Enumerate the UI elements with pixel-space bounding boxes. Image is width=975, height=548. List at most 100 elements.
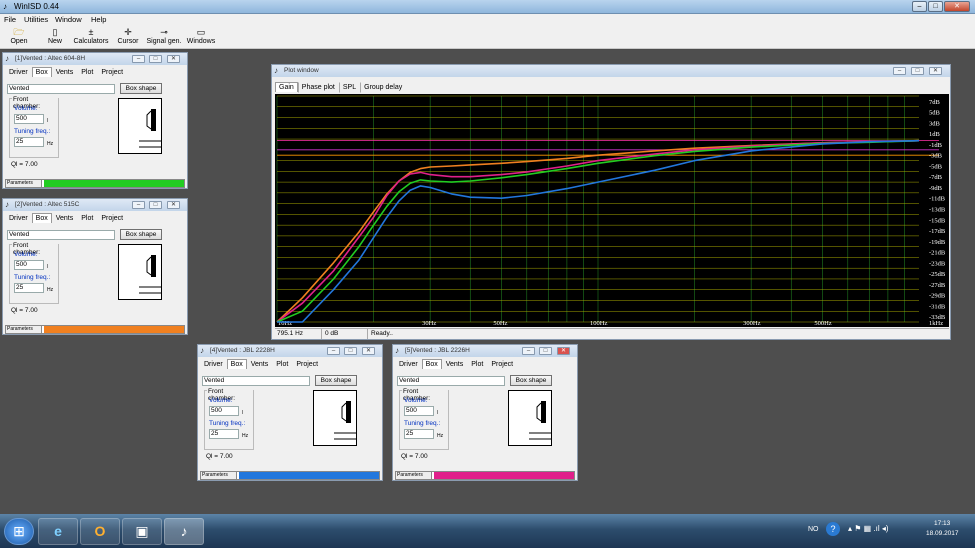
box-type-select[interactable]: Vented [7,84,115,94]
open-button[interactable]: 🗁 Open [6,26,32,45]
box-type-select[interactable]: Vented [397,376,505,386]
tuning-freq-input[interactable]: 25 [14,137,44,147]
close-icon[interactable]: ✕ [929,67,942,75]
volume-input[interactable]: 500 [14,260,44,270]
close-icon[interactable]: ✕ [557,347,570,355]
minimize-icon[interactable]: – [132,55,145,63]
tuning-freq-input[interactable]: 25 [14,283,44,293]
tab-spl[interactable]: SPL [338,82,360,93]
tray-icons[interactable]: ▴ ⚑ ▦ .ıl ◂) [848,524,889,533]
box-shape-button[interactable]: Box shape [120,83,162,94]
tab-plot[interactable]: Plot [77,67,97,78]
start-orb-icon[interactable]: ⊞ [4,518,34,545]
parameters-label[interactable]: Parameters [201,472,237,479]
box-shape-button[interactable]: Box shape [120,229,162,240]
outlook-icon[interactable]: O [80,518,120,545]
tab-project[interactable]: Project [97,213,127,224]
box-shape-button[interactable]: Box shape [315,375,357,386]
project-window-title-bar[interactable]: ♪ [5]Vented : JBL 2226H – □ ✕ [393,345,577,357]
menu-file[interactable]: File [4,15,16,24]
box-shape-button[interactable]: Box shape [510,375,552,386]
close-button[interactable]: ✕ [944,1,970,12]
tab-box[interactable]: Box [31,213,52,223]
tab-vents[interactable]: Vents [247,359,273,370]
parameters-label[interactable]: Parameters [6,180,42,187]
project-window-2[interactable]: ♪ [2]Vented : Altec 515C – □ ✕ Driver Box… [2,198,188,335]
parameters-label[interactable]: Parameters [396,472,432,479]
maximize-icon[interactable]: □ [911,67,924,75]
signal-generator-button[interactable]: ⊸ Signal gen. [146,26,182,45]
minimize-icon[interactable]: – [327,347,340,355]
winisd-taskbar-icon[interactable]: ♪ [164,518,204,545]
language-indicator[interactable]: NO [808,526,819,533]
menu-help[interactable]: Help [91,15,106,24]
speaker-cone [536,402,542,422]
menu-utilities[interactable]: Utilities [24,15,48,24]
project-window-1[interactable]: ♪ [1]Vented : Altec 604-8H – □ ✕ Driver B… [2,52,188,189]
tab-plot[interactable]: Plot [272,359,292,370]
close-icon[interactable]: ✕ [362,347,375,355]
box-type-select[interactable]: Vented [7,230,115,240]
project-tabs: Driver Box Vents Plot Project [395,359,517,370]
tab-vents[interactable]: Vents [442,359,468,370]
volume-input[interactable]: 500 [404,406,434,416]
project-window-title-bar[interactable]: ♪ [2]Vented : Altec 515C – □ ✕ [3,199,187,211]
cursor-button[interactable]: ✛ Cursor [115,26,141,45]
taskbar: ⊞ e O ▣ ♪ NO ? ▴ ⚑ ▦ .ıl ◂) 17:13 18.09.… [0,514,975,548]
volume-unit: l [47,264,49,270]
tab-gain[interactable]: Gain [275,82,298,92]
tab-plot[interactable]: Plot [467,359,487,370]
close-icon[interactable]: ✕ [167,201,180,209]
minimize-icon[interactable]: – [893,67,906,75]
tab-box[interactable]: Box [226,359,247,369]
tab-box[interactable]: Box [31,67,52,77]
tab-group-delay[interactable]: Group delay [360,82,406,93]
tab-driver[interactable]: Driver [395,359,422,370]
tab-project[interactable]: Project [487,359,517,370]
maximize-icon[interactable]: □ [344,347,357,355]
close-icon[interactable]: ✕ [167,55,180,63]
menu-window[interactable]: Window [55,15,82,24]
y-tick-label: -11dB [929,196,946,203]
volume-input[interactable]: 500 [14,114,44,124]
internet-explorer-icon[interactable]: e [38,518,78,545]
windows-button[interactable]: ▭ Windows [186,26,216,45]
tab-plot[interactable]: Plot [77,213,97,224]
project-window-title: [4]Vented : JBL 2228H [210,347,275,354]
parameters-label[interactable]: Parameters [6,326,42,333]
plot-window[interactable]: ♪ Plot window – □ ✕ Gain Phase plot SPL Gro… [271,64,951,340]
minimize-button[interactable]: – [912,1,927,12]
clock-date[interactable]: 18.09.2017 [926,530,959,537]
tuning-freq-input[interactable]: 25 [404,429,434,439]
tab-vents[interactable]: Vents [52,213,78,224]
clock-time[interactable]: 17:13 [934,520,950,527]
box-type-select[interactable]: Vented [202,376,310,386]
project-icon[interactable]: ▣ [122,518,162,545]
gain-plot[interactable]: 7dB 5dB 3dB 1dB -1dB -3dB -5dB -7dB -9dB -11dB -13… [275,94,949,327]
calculators-button[interactable]: ± Calculators [73,26,109,45]
minimize-icon[interactable]: – [522,347,535,355]
tab-project[interactable]: Project [292,359,322,370]
project-window-4[interactable]: ♪ [4]Vented : JBL 2228H – □ ✕ Driver Box V… [197,344,383,481]
tab-project[interactable]: Project [97,67,127,78]
tuning-freq-input[interactable]: 25 [209,429,239,439]
y-tick-label: -13dB [929,207,946,214]
tab-vents[interactable]: Vents [52,67,78,78]
project-window-5[interactable]: ♪ [5]Vented : JBL 2226H – □ ✕ Driver Box V… [392,344,578,481]
tab-driver[interactable]: Driver [200,359,227,370]
tab-phase-plot[interactable]: Phase plot [297,82,339,93]
project-window-title-bar[interactable]: ♪ [1]Vented : Altec 604-8H – □ ✕ [3,53,187,65]
tab-box[interactable]: Box [421,359,442,369]
plot-window-title-bar[interactable]: ♪ Plot window – □ ✕ [272,65,950,77]
maximize-button[interactable]: □ [928,1,943,12]
new-button[interactable]: ▯ New [42,26,68,45]
maximize-icon[interactable]: □ [149,55,162,63]
maximize-icon[interactable]: □ [149,201,162,209]
volume-input[interactable]: 500 [209,406,239,416]
minimize-icon[interactable]: – [132,201,145,209]
tab-driver[interactable]: Driver [5,67,32,78]
tab-driver[interactable]: Driver [5,213,32,224]
help-icon[interactable]: ? [826,522,840,536]
maximize-icon[interactable]: □ [539,347,552,355]
project-window-title-bar[interactable]: ♪ [4]Vented : JBL 2228H – □ ✕ [198,345,382,357]
